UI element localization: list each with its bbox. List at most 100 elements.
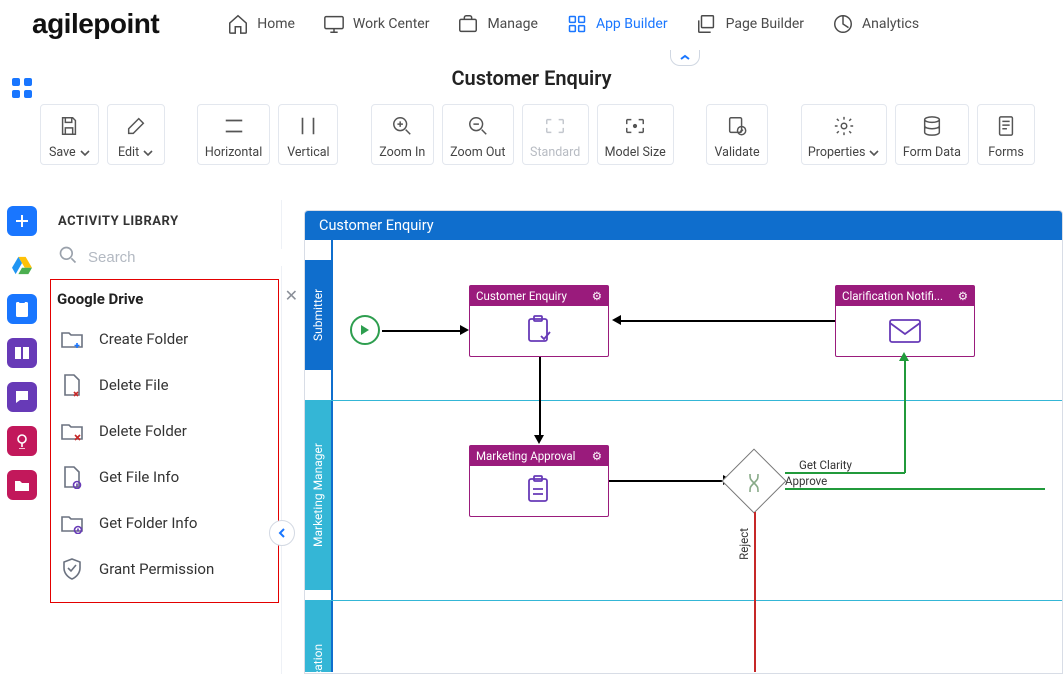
brand-logo: agilepoint <box>32 8 159 40</box>
top-nav: agilepoint Home Work Center Manage App B… <box>0 0 1063 48</box>
lane-cation[interactable]: cation <box>305 600 331 672</box>
folder-plus-icon <box>59 327 85 351</box>
activity-get-folder-info[interactable]: Get Folder Info <box>55 500 274 546</box>
validate-icon <box>726 113 748 139</box>
save-icon <box>58 113 80 139</box>
nav-app-builder[interactable]: App Builder <box>566 13 668 35</box>
validate-label: Validate <box>715 145 760 160</box>
forms-label: Forms <box>988 145 1024 160</box>
canvas-title: Customer Enquiry <box>305 211 1062 240</box>
file-info-icon <box>59 465 85 489</box>
horizontal-icon <box>223 113 245 139</box>
file-x-icon <box>59 373 85 397</box>
collapse-header-button[interactable] <box>670 50 700 66</box>
toolbar: Save Edit Horizontal Vertical Zoom In Zo… <box>0 90 1063 165</box>
activity-group-google-drive: Google Drive ✕ Create Folder Delete File… <box>50 279 279 603</box>
nav-home-label: Home <box>257 16 295 32</box>
rail-chat[interactable] <box>7 382 37 412</box>
collapse-panel-button[interactable] <box>269 520 295 546</box>
zoom-in-button[interactable]: Zoom In <box>371 104 434 165</box>
validate-button[interactable]: Validate <box>706 104 769 165</box>
lane-marketing-manager[interactable]: Marketing Manager <box>305 400 331 590</box>
monitor-icon <box>323 13 345 35</box>
activity-get-file-info[interactable]: Get File Info <box>55 454 274 500</box>
nav-page-builder[interactable]: Page Builder <box>696 13 804 35</box>
folder-info-icon <box>59 511 85 535</box>
lane-submitter[interactable]: Submitter <box>305 260 331 370</box>
app-grid-icon[interactable] <box>10 76 34 104</box>
task-customer-enquiry[interactable]: Customer Enquiry ⚙ <box>469 285 609 357</box>
model-size-icon <box>624 113 646 139</box>
rail-text-block[interactable] <box>7 338 37 368</box>
shield-check-icon <box>59 557 85 581</box>
nav-page-builder-label: Page Builder <box>726 16 804 32</box>
nav-work-center[interactable]: Work Center <box>323 13 430 35</box>
nav-work-center-label: Work Center <box>353 16 430 32</box>
page-title: Customer Enquiry <box>0 66 1063 90</box>
horizontal-label: Horizontal <box>205 145 262 160</box>
edit-label: Edit <box>118 145 139 160</box>
vertical-label: Vertical <box>287 145 329 160</box>
nav-manage[interactable]: Manage <box>457 13 537 35</box>
nav-links: Home Work Center Manage App Builder Page… <box>227 13 919 35</box>
chart-icon <box>832 13 854 35</box>
edit-button[interactable]: Edit <box>107 104 165 165</box>
form-data-button[interactable]: Form Data <box>895 104 969 165</box>
canvas[interactable]: Customer Enquiry Submitter Marketing Man… <box>304 210 1063 674</box>
edge-label-approve: Approve <box>785 474 827 488</box>
task-title: Marketing Approval <box>476 449 575 463</box>
folder-x-icon <box>59 419 85 443</box>
activity-library-header: ACTIVITY LIBRARY <box>44 200 281 239</box>
activity-grant-permission[interactable]: Grant Permission <box>55 546 274 592</box>
canvas-body[interactable]: Submitter Marketing Manager cation Custo… <box>305 240 1062 672</box>
canvas-wrap: Customer Enquiry Submitter Marketing Man… <box>282 200 1063 674</box>
briefcase-icon <box>457 13 479 35</box>
zoom-out-button[interactable]: Zoom Out <box>442 104 514 165</box>
gear-icon[interactable]: ⚙ <box>592 449 602 463</box>
model-size-button[interactable]: Model Size <box>597 104 674 165</box>
rail-google-drive[interactable] <box>7 250 37 280</box>
forms-icon <box>996 113 1016 139</box>
activity-create-folder[interactable]: Create Folder <box>55 316 274 362</box>
rail-present[interactable] <box>7 426 37 456</box>
nav-home[interactable]: Home <box>227 13 295 35</box>
activity-search <box>44 239 281 279</box>
layout-vertical-button[interactable]: Vertical <box>278 104 338 165</box>
activity-group-title: Google Drive <box>57 290 143 308</box>
activity-delete-file[interactable]: Delete File <box>55 362 274 408</box>
rail-folder[interactable] <box>7 470 37 500</box>
start-event[interactable] <box>350 315 380 345</box>
model-size-label: Model Size <box>605 145 666 160</box>
search-icon <box>58 245 78 269</box>
task-title: Customer Enquiry <box>476 289 567 303</box>
layout-horizontal-button[interactable]: Horizontal <box>197 104 271 165</box>
activity-label: Delete Folder <box>99 422 187 440</box>
main-area: ACTIVITY LIBRARY Google Drive ✕ Create F… <box>0 200 1063 674</box>
gateway[interactable] <box>721 448 786 513</box>
save-button[interactable]: Save <box>40 104 99 165</box>
zoom-standard-button[interactable]: Standard <box>522 104 589 165</box>
forms-button[interactable]: Forms <box>977 104 1035 165</box>
edit-icon <box>125 113 147 139</box>
gear-icon[interactable]: ⚙ <box>958 289 968 303</box>
gear-icon <box>833 113 855 139</box>
activity-search-input[interactable] <box>88 249 287 266</box>
nav-analytics[interactable]: Analytics <box>832 13 919 35</box>
gear-icon[interactable]: ⚙ <box>592 289 602 303</box>
standard-icon <box>544 113 566 139</box>
activity-delete-folder[interactable]: Delete Folder <box>55 408 274 454</box>
home-icon <box>227 13 249 35</box>
zoom-out-label: Zoom Out <box>450 145 505 160</box>
vertical-icon <box>298 113 318 139</box>
task-title: Clarification Notifi... <box>842 289 943 303</box>
rail-clipboard[interactable] <box>7 294 37 324</box>
rail-add-button[interactable] <box>7 206 37 236</box>
properties-button[interactable]: Properties <box>801 104 887 165</box>
task-clarification-notif[interactable]: Clarification Notifi... ⚙ <box>835 285 975 357</box>
activity-label: Grant Permission <box>99 560 214 578</box>
nav-analytics-label: Analytics <box>862 16 919 32</box>
standard-label: Standard <box>530 145 580 160</box>
edge-label-reject: Reject <box>737 528 751 560</box>
task-marketing-approval[interactable]: Marketing Approval ⚙ <box>469 445 609 517</box>
edge-label-get-clarity: Get Clarity <box>799 458 852 472</box>
